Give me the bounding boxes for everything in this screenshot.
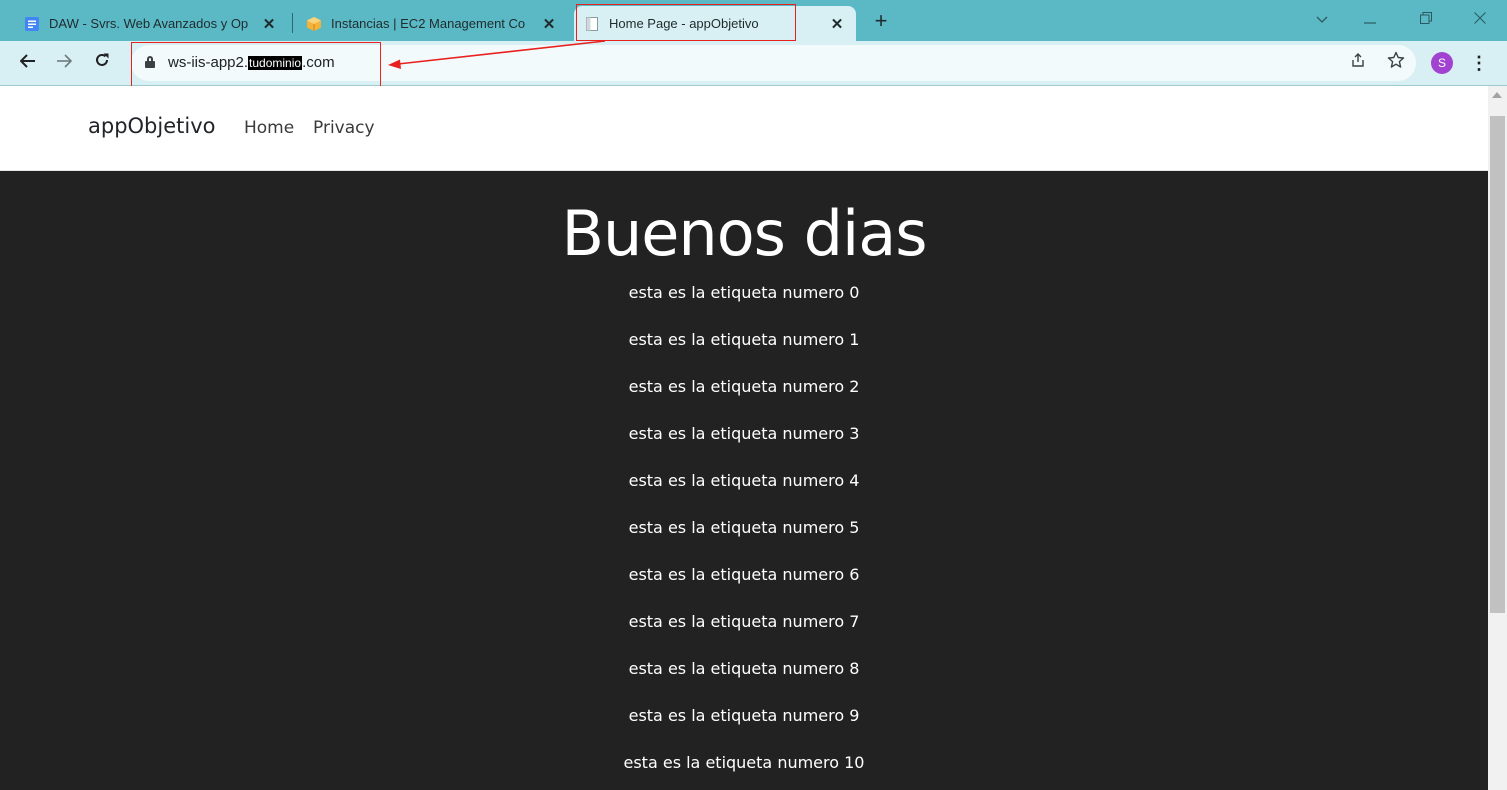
reload-icon[interactable] xyxy=(88,49,116,77)
close-window-icon[interactable] xyxy=(1460,6,1500,34)
minimize-icon[interactable] xyxy=(1350,6,1390,34)
tab-title: Home Page - appObjetivo xyxy=(609,16,759,31)
tab-ec2[interactable]: Instancias | EC2 Management Co ✕ xyxy=(296,6,568,41)
restore-icon[interactable] xyxy=(1406,6,1446,34)
list-item: esta es la etiqueta numero 4 xyxy=(628,471,860,490)
label-list: esta es la etiqueta numero 0 esta es la … xyxy=(0,280,1488,790)
tab-home-page[interactable]: Home Page - appObjetivo ✕ xyxy=(574,6,856,41)
nav-home-link[interactable]: Home xyxy=(244,118,294,138)
list-item: esta es la etiqueta numero 10 xyxy=(623,753,865,772)
list-item: esta es la etiqueta numero 5 xyxy=(628,518,860,537)
list-item: esta es la etiqueta numero 2 xyxy=(628,377,860,396)
back-arrow-icon[interactable] xyxy=(14,49,42,77)
tab-title: Instancias | EC2 Management Co xyxy=(331,16,526,31)
chevron-down-icon[interactable] xyxy=(1302,6,1342,34)
nav-privacy-link[interactable]: Privacy xyxy=(313,118,375,138)
more-options-icon[interactable]: ⋮ xyxy=(1469,51,1489,75)
main-content: Buenos dias esta es la etiqueta numero 0… xyxy=(0,171,1488,790)
list-item: esta es la etiqueta numero 9 xyxy=(628,706,860,725)
list-item: esta es la etiqueta numero 7 xyxy=(628,612,860,631)
profile-avatar[interactable]: S xyxy=(1431,52,1453,74)
aws-cube-icon xyxy=(306,16,322,32)
tab-title: DAW - Svrs. Web Avanzados y Op xyxy=(49,16,249,31)
site-brand-link[interactable]: appObjetivo xyxy=(88,114,216,138)
url-redacted-domain: tudominio xyxy=(248,56,303,70)
new-tab-button[interactable]: + xyxy=(866,8,896,36)
list-item: esta es la etiqueta numero 0 xyxy=(628,283,860,302)
tab-daw[interactable]: DAW - Svrs. Web Avanzados y Op ✕ xyxy=(14,6,288,41)
close-tab-icon[interactable]: ✕ xyxy=(540,15,558,33)
share-icon[interactable] xyxy=(1346,51,1370,75)
page-icon xyxy=(584,16,600,32)
list-item: esta es la etiqueta numero 6 xyxy=(628,565,860,584)
close-tab-icon[interactable]: ✕ xyxy=(828,15,846,33)
page-scrollbar[interactable] xyxy=(1488,86,1507,790)
list-item: esta es la etiqueta numero 8 xyxy=(628,659,860,678)
tab-strip: DAW - Svrs. Web Avanzados y Op ✕ Instanc… xyxy=(0,0,1507,41)
scroll-up-arrow-icon[interactable] xyxy=(1492,92,1502,98)
list-item: esta es la etiqueta numero 1 xyxy=(628,330,860,349)
address-bar[interactable]: ws-iis-app2.tudominio.com xyxy=(131,45,1416,81)
bookmark-star-icon[interactable] xyxy=(1384,51,1408,75)
scrollbar-thumb[interactable] xyxy=(1490,116,1505,613)
lock-icon xyxy=(145,56,155,68)
browser-toolbar: ws-iis-app2.tudominio.com S ⋮ xyxy=(0,41,1507,86)
site-navbar: appObjetivo Home Privacy xyxy=(0,86,1488,171)
forward-arrow-icon[interactable] xyxy=(50,49,78,77)
docs-icon xyxy=(24,16,40,32)
list-item: esta es la etiqueta numero 3 xyxy=(628,424,860,443)
tab-separator xyxy=(292,13,293,33)
url-text[interactable]: ws-iis-app2.tudominio.com xyxy=(168,54,335,71)
page-heading: Buenos dias xyxy=(561,197,927,270)
close-tab-icon[interactable]: ✕ xyxy=(260,15,278,33)
